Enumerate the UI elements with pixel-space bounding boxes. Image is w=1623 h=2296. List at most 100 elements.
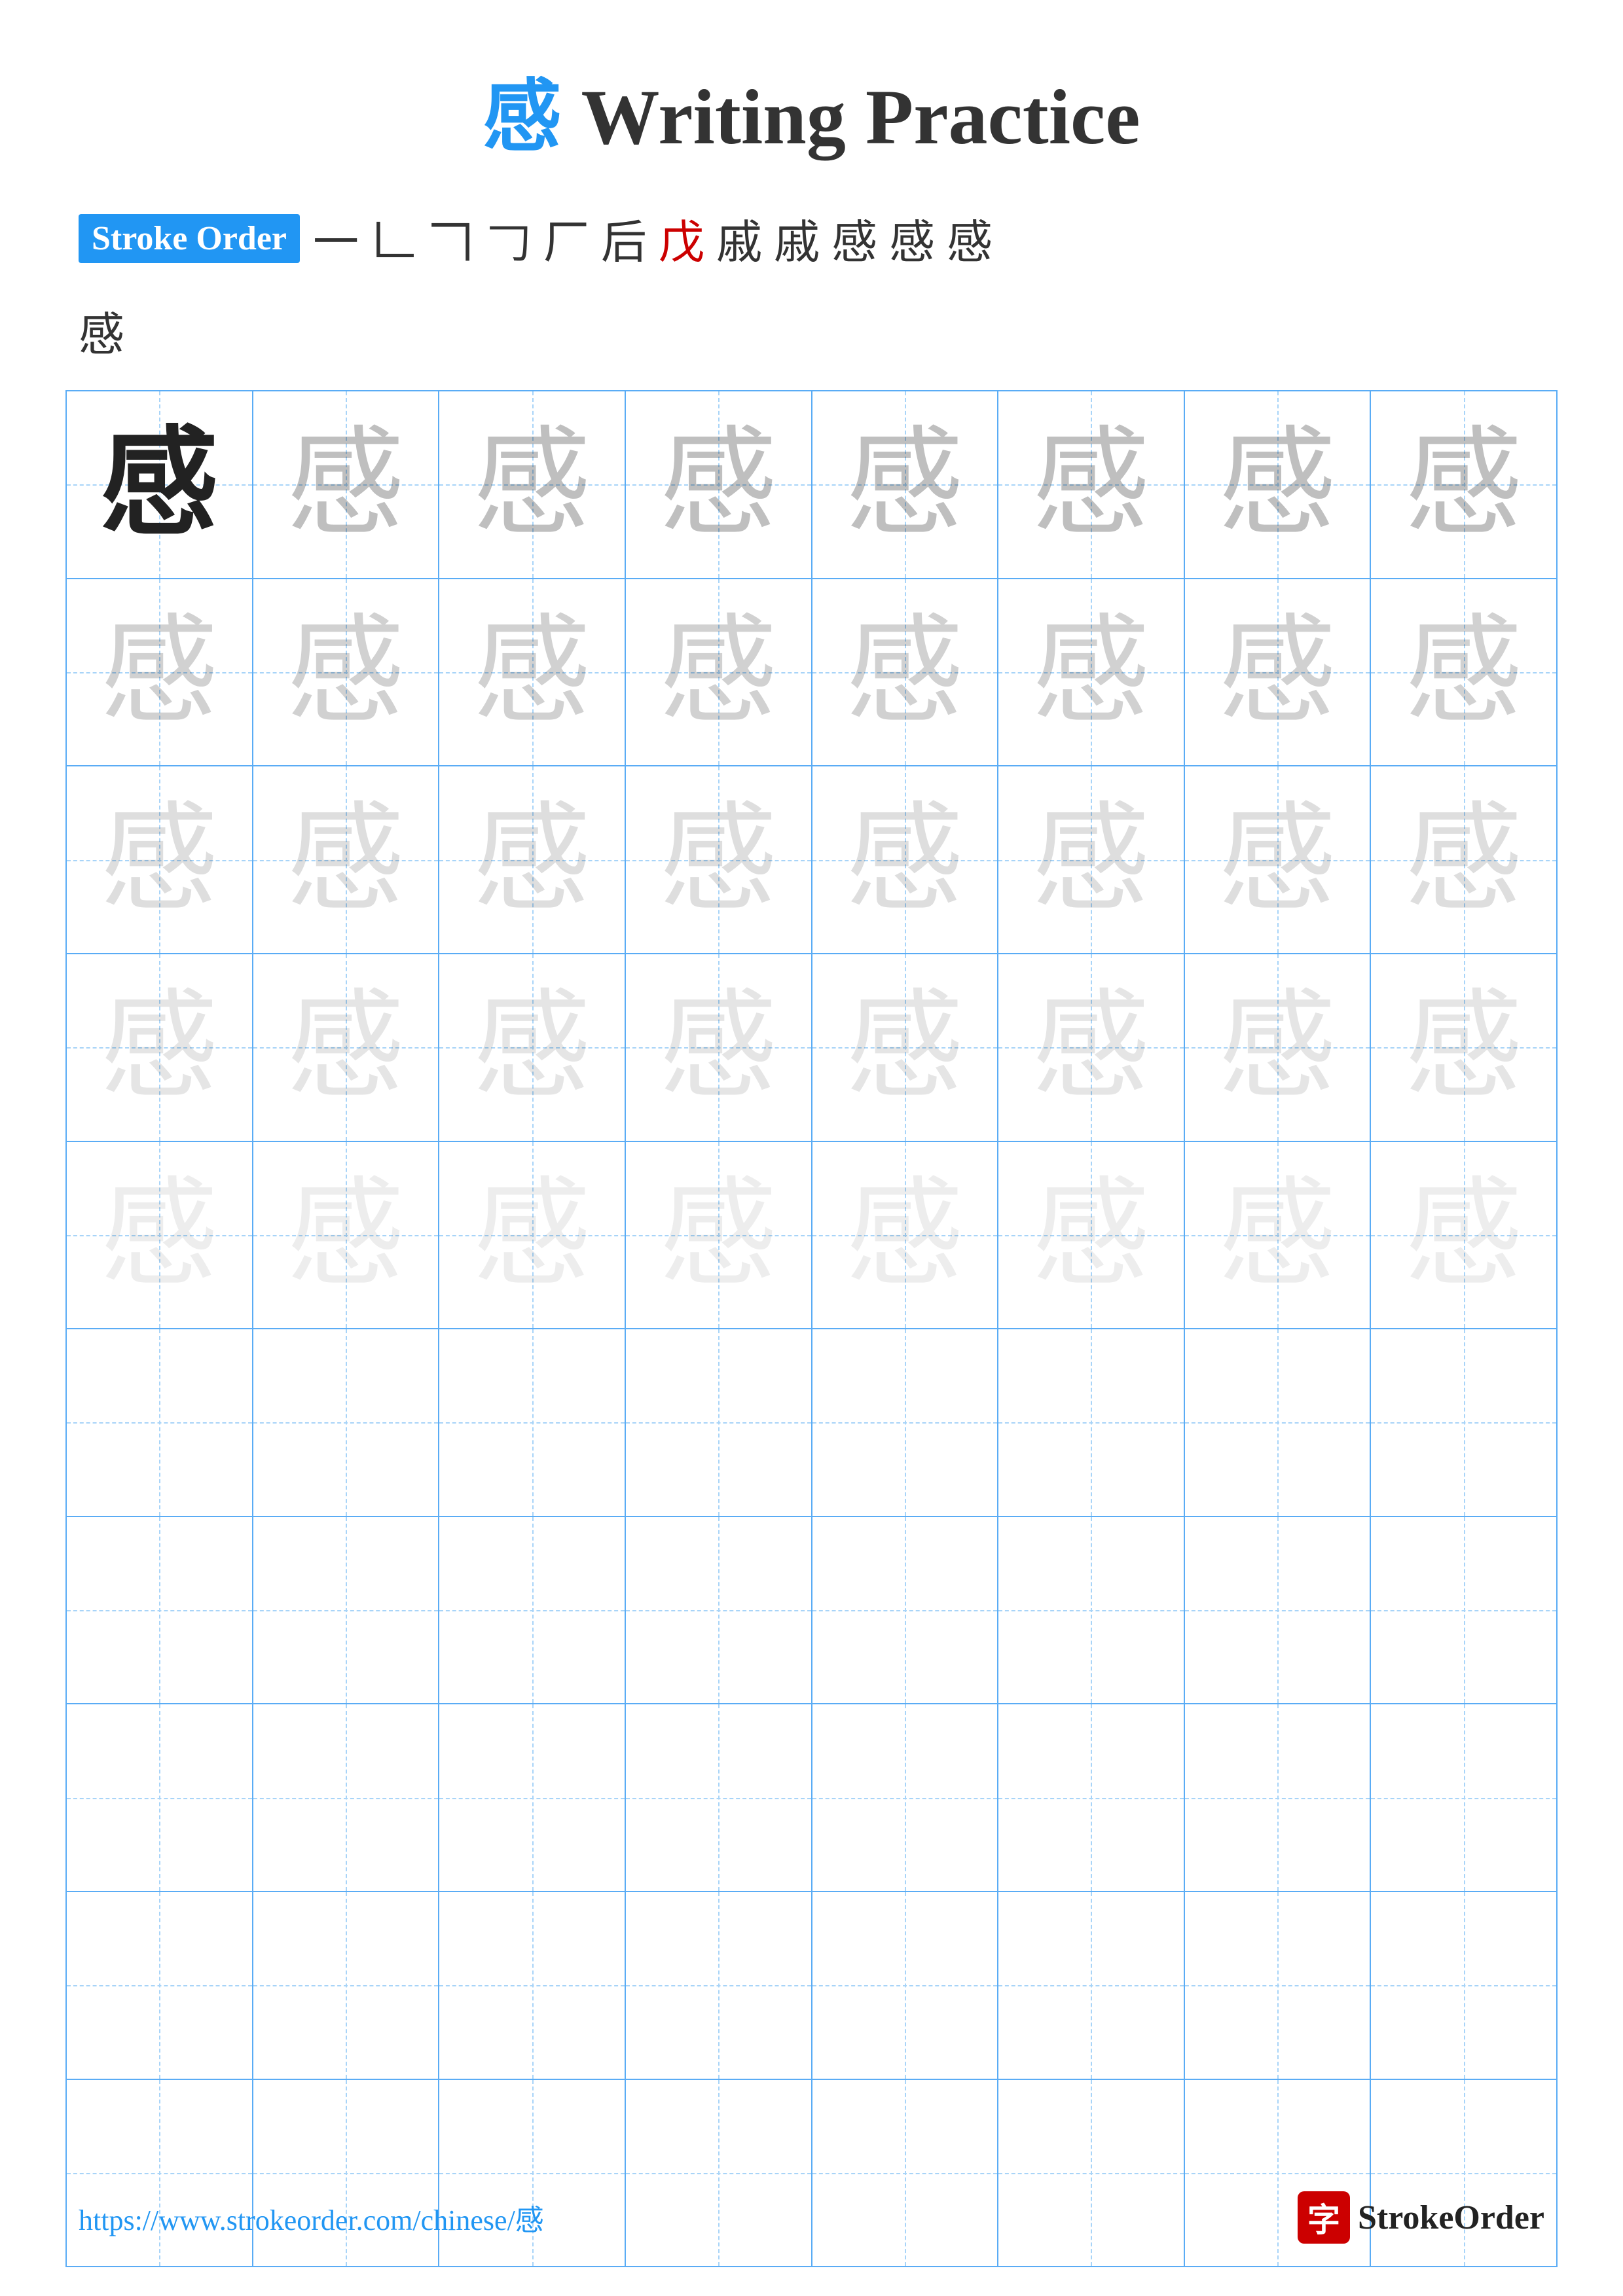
footer: https://www.strokeorder.com/chinese/感 字 … [79,2191,1544,2244]
grid-cell: 感 [1185,766,1372,953]
grid-cell-empty[interactable] [998,1704,1185,1891]
grid-row: 感 感 感 感 感 感 感 感 [67,579,1556,767]
practice-char: 感 [100,988,218,1106]
stroke-step-4: 𠃌 [486,206,532,272]
practice-char: 感 [1032,801,1150,919]
grid-cell-empty[interactable] [1371,1704,1556,1891]
practice-char: 感 [846,801,964,919]
grid-row [67,1704,1556,1892]
grid-cell-empty[interactable] [812,1704,999,1891]
grid-cell-empty[interactable] [812,1329,999,1516]
practice-char: 感 [1218,1176,1336,1294]
grid-cell: 感 [998,391,1185,578]
practice-char: 感 [1218,988,1336,1106]
grid-cell-empty[interactable] [1371,1329,1556,1516]
grid-cell-empty[interactable] [253,1517,440,1704]
practice-char: 感 [659,988,777,1106]
grid-row [67,1517,1556,1705]
practice-char: 感 [659,613,777,731]
stroke-step-11: 感 [889,206,935,272]
grid-cell: 感 [439,391,626,578]
grid-cell: 感 [812,1142,999,1329]
grid-cell: 感 [253,579,440,766]
grid-cell: 感 [253,766,440,953]
grid-cell-empty[interactable] [998,1329,1185,1516]
grid-cell: 感 [1185,579,1372,766]
grid-cell: 感 [1371,579,1556,766]
grid-cell-empty[interactable] [812,1892,999,2079]
grid-cell-empty[interactable] [812,1517,999,1704]
grid-cell: 感 [812,579,999,766]
practice-char: 感 [1032,1176,1150,1294]
stroke-order-section: Stroke Order 一 𠃊 𠃍 𠃌 厂 后 戊 戚 戚 感 感 感 [0,206,1623,272]
practice-char: 感 [659,425,777,543]
grid-cell-empty[interactable] [253,1892,440,2079]
grid-cell: 感 [67,1142,253,1329]
grid-cell-empty[interactable] [626,1704,812,1891]
practice-char: 感 [1405,613,1523,731]
practice-char: 感 [287,1176,405,1294]
grid-cell: 感 [439,579,626,766]
grid-cell-empty[interactable] [439,1704,626,1891]
grid-cell-empty[interactable] [1185,1329,1372,1516]
grid-cell: 感 [626,1142,812,1329]
grid-cell: 感 [626,954,812,1141]
grid-cell-empty[interactable] [439,1329,626,1516]
grid-cell-empty[interactable] [1185,1517,1372,1704]
grid-row: 感 感 感 感 感 感 感 感 [67,391,1556,579]
grid-cell-empty[interactable] [626,1892,812,2079]
grid-cell-empty[interactable] [67,1704,253,1891]
logo-text: StrokeOrder [1358,2198,1544,2237]
grid-cell: 感 [253,1142,440,1329]
grid-cell-empty[interactable] [998,1892,1185,2079]
stroke-step-1: 一 [313,206,359,272]
grid-cell: 感 [67,766,253,953]
grid-cell-empty[interactable] [67,1329,253,1516]
grid-row [67,1329,1556,1517]
practice-char: 感 [846,1176,964,1294]
practice-char: 感 [1405,801,1523,919]
grid-cell: 感 [998,766,1185,953]
grid-cell: 感 [1371,391,1556,578]
grid-cell-empty[interactable] [1185,1704,1372,1891]
practice-char: 感 [287,801,405,919]
grid-cell-empty[interactable] [1185,1892,1372,2079]
stroke-step-10: 感 [831,206,877,272]
practice-char: 感 [473,988,591,1106]
practice-char: 感 [846,613,964,731]
practice-char: 感 [100,613,218,731]
practice-char: 感 [1405,425,1523,543]
grid-cell: 感 [67,579,253,766]
practice-char: 感 [1218,801,1336,919]
grid-cell: 感 [812,954,999,1141]
grid-cell-empty[interactable] [439,1517,626,1704]
grid-cell: 感 [439,766,626,953]
practice-char: 感 [1405,988,1523,1106]
practice-char: 感 [473,613,591,731]
title-section: 感 Writing Practice [0,0,1623,206]
stroke-order-badge: Stroke Order [79,214,300,263]
grid-cell-empty[interactable] [1371,1517,1556,1704]
stroke-final-char: 感 [79,310,124,361]
grid-cell: 感 [1371,766,1556,953]
grid-cell-empty[interactable] [67,1892,253,2079]
grid-cell-empty[interactable] [67,1517,253,1704]
footer-url[interactable]: https://www.strokeorder.com/chinese/感 [79,2197,544,2238]
grid-cell-empty[interactable] [253,1329,440,1516]
grid-cell-empty[interactable] [998,1517,1185,1704]
stroke-step-7: 戊 [659,206,704,272]
grid-cell-empty[interactable] [253,1704,440,1891]
practice-char: 感 [473,425,591,543]
practice-char: 感 [1405,1176,1523,1294]
grid-cell-empty[interactable] [626,1329,812,1516]
practice-char: 感 [287,988,405,1106]
footer-logo: 字 StrokeOrder [1298,2191,1544,2244]
grid-cell-empty[interactable] [1371,1892,1556,2079]
grid-cell: 感 [67,954,253,1141]
logo-icon: 字 [1298,2191,1350,2244]
stroke-step-9: 戚 [774,206,820,272]
grid-row: 感 感 感 感 感 感 感 感 [67,766,1556,954]
grid-cell-empty[interactable] [626,1517,812,1704]
page-title: 感 Writing Practice [483,73,1140,160]
grid-cell-empty[interactable] [439,1892,626,2079]
